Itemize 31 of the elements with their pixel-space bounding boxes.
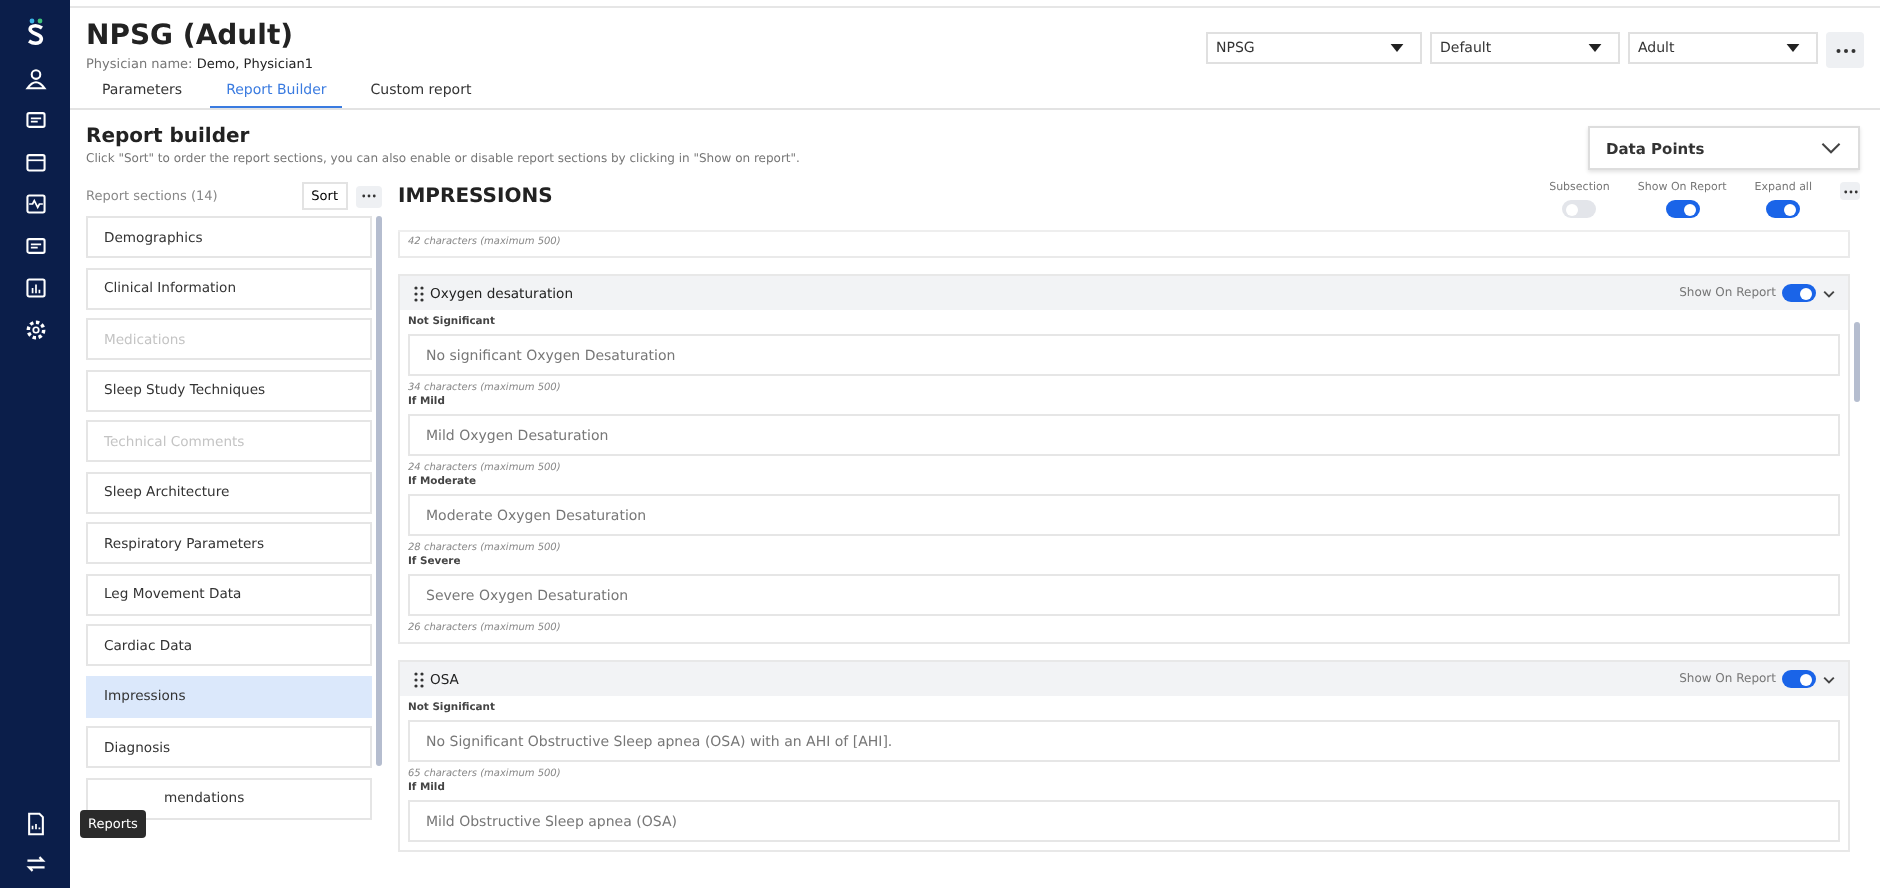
more-button[interactable] xyxy=(1840,182,1860,200)
chevron-icon[interactable] xyxy=(1822,675,1836,683)
scrollbar[interactable] xyxy=(1854,322,1860,402)
section-heading: IMPRESSIONS xyxy=(398,186,553,208)
toggle-switch[interactable] xyxy=(1665,200,1700,218)
drag-handle-icon[interactable] xyxy=(414,285,424,301)
more-button[interactable] xyxy=(1826,32,1864,68)
caret-icon xyxy=(1390,44,1404,52)
caret-icon xyxy=(1786,44,1800,52)
report-icon[interactable] xyxy=(23,812,47,836)
more-icon xyxy=(1835,47,1855,53)
drag-handle-icon[interactable] xyxy=(414,671,424,687)
chevron-icon xyxy=(1820,142,1842,154)
toggle-switch[interactable] xyxy=(1766,200,1801,218)
page-title: NPSG (Adult) xyxy=(86,20,296,54)
scrollbar[interactable] xyxy=(376,216,382,766)
document-icon[interactable] xyxy=(23,234,47,258)
more-button[interactable] xyxy=(356,185,382,207)
monitor-icon[interactable] xyxy=(23,192,47,216)
document-icon[interactable] xyxy=(23,108,47,132)
toggle-switch[interactable] xyxy=(1562,200,1597,218)
chevron-icon[interactable] xyxy=(1822,289,1836,297)
bar-chart-icon[interactable] xyxy=(23,276,47,300)
calendar-icon[interactable] xyxy=(23,150,47,174)
settings-icon[interactable] xyxy=(23,318,47,342)
toggle-switch[interactable] xyxy=(1782,670,1816,688)
toggle-switch[interactable] xyxy=(1782,284,1816,302)
sync-icon[interactable] xyxy=(23,852,47,876)
section-title: Report builder xyxy=(86,126,252,148)
user-icon[interactable] xyxy=(23,66,47,90)
caret-icon xyxy=(1588,44,1602,52)
